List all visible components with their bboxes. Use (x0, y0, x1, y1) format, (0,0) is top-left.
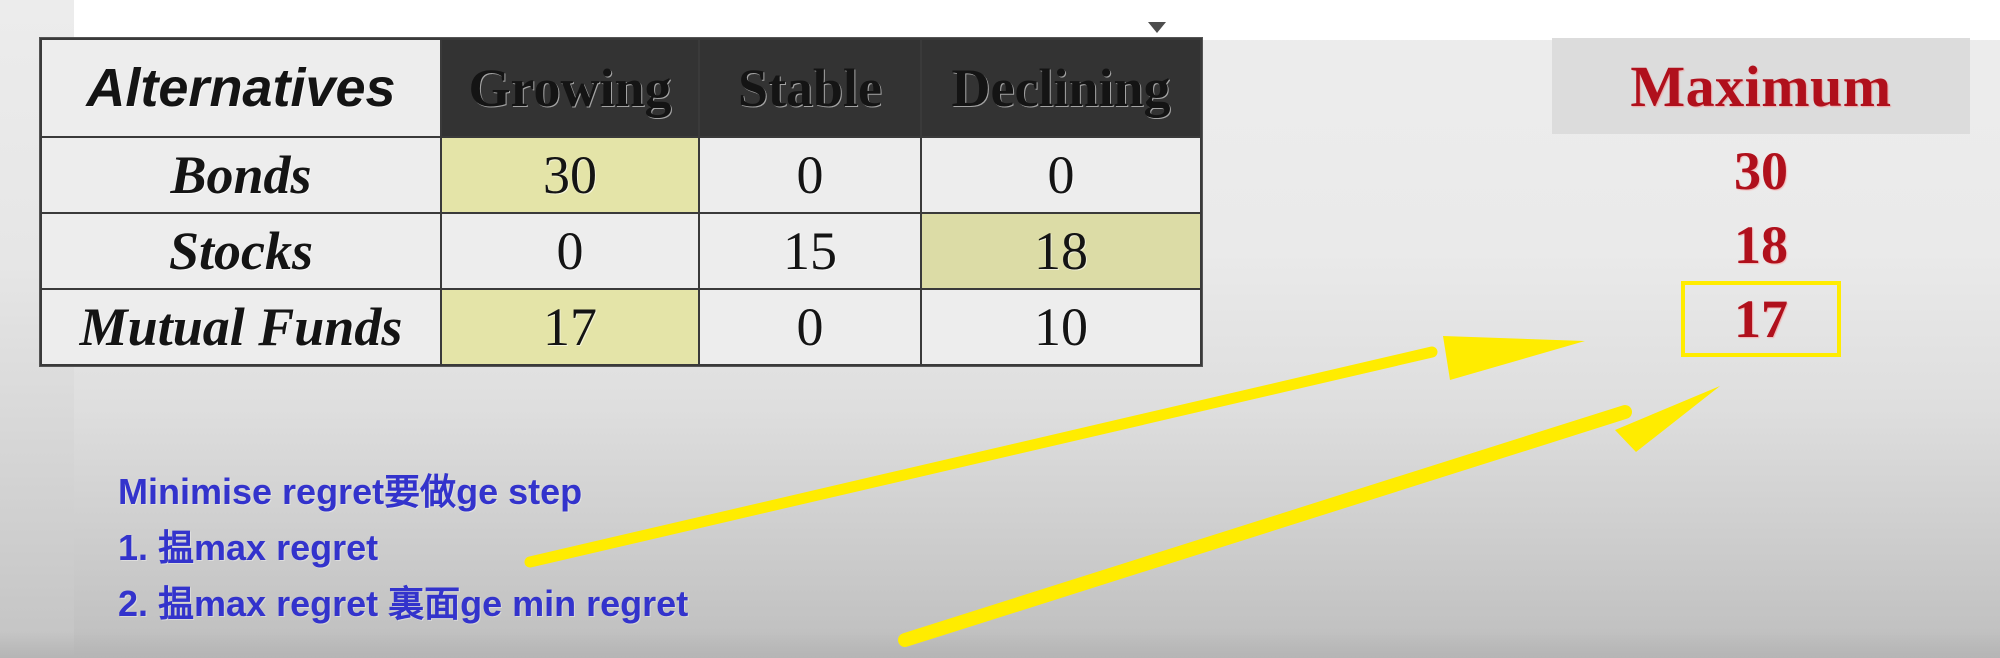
cell-stocks-growing: 0 (440, 212, 700, 290)
annotation-notes: Minimise regret要做ge step 1. 揾max regret … (118, 468, 1218, 637)
slide-top-white-band (74, 0, 2000, 40)
header-growing: Growing (440, 38, 700, 138)
maximum-value-text: 30 (1734, 141, 1788, 201)
maximum-value-mutual-funds: 17 (1552, 281, 1970, 357)
table-row: Mutual Funds 17 0 10 (40, 288, 1202, 366)
table-row: Stocks 0 15 18 (40, 212, 1202, 290)
row-label-bonds: Bonds (40, 136, 442, 214)
maximum-value-stocks: 18 (1552, 208, 1970, 282)
cell-bonds-declining: 0 (920, 136, 1202, 214)
header-stable: Stable (698, 38, 922, 138)
note-line-2: 1. 揾max regret (118, 527, 379, 569)
maximum-column: Maximum 30 18 17 (1552, 38, 1970, 357)
maximum-value-bonds: 30 (1552, 134, 1970, 208)
table-header-row: Alternatives Growing Stable Declining (40, 38, 1202, 138)
cell-stocks-declining: 18 (920, 212, 1202, 290)
note-line-1: Minimise regret要做ge step (118, 471, 583, 512)
note-line-3: 2. 揾max regret 裏面ge min regret (118, 583, 689, 625)
cell-mutualfunds-growing: 17 (440, 288, 700, 366)
maximum-column-header: Maximum (1552, 38, 1970, 134)
cell-mutualfunds-stable: 0 (698, 288, 922, 366)
cell-stocks-stable: 15 (698, 212, 922, 290)
regret-table: Alternatives Growing Stable Declining Bo… (40, 38, 1202, 366)
header-alternatives: Alternatives (40, 38, 442, 138)
row-label-mutual-funds: Mutual Funds (40, 288, 442, 366)
maximum-value-text: 18 (1734, 215, 1788, 275)
cell-mutualfunds-declining: 10 (920, 288, 1202, 366)
maximum-value-text-highlighted: 17 (1681, 281, 1841, 357)
cell-bonds-growing: 30 (440, 136, 700, 214)
header-declining: Declining (920, 38, 1202, 138)
row-label-stocks: Stocks (40, 212, 442, 290)
cell-bonds-stable: 0 (698, 136, 922, 214)
table-row: Bonds 30 0 0 (40, 136, 1202, 214)
